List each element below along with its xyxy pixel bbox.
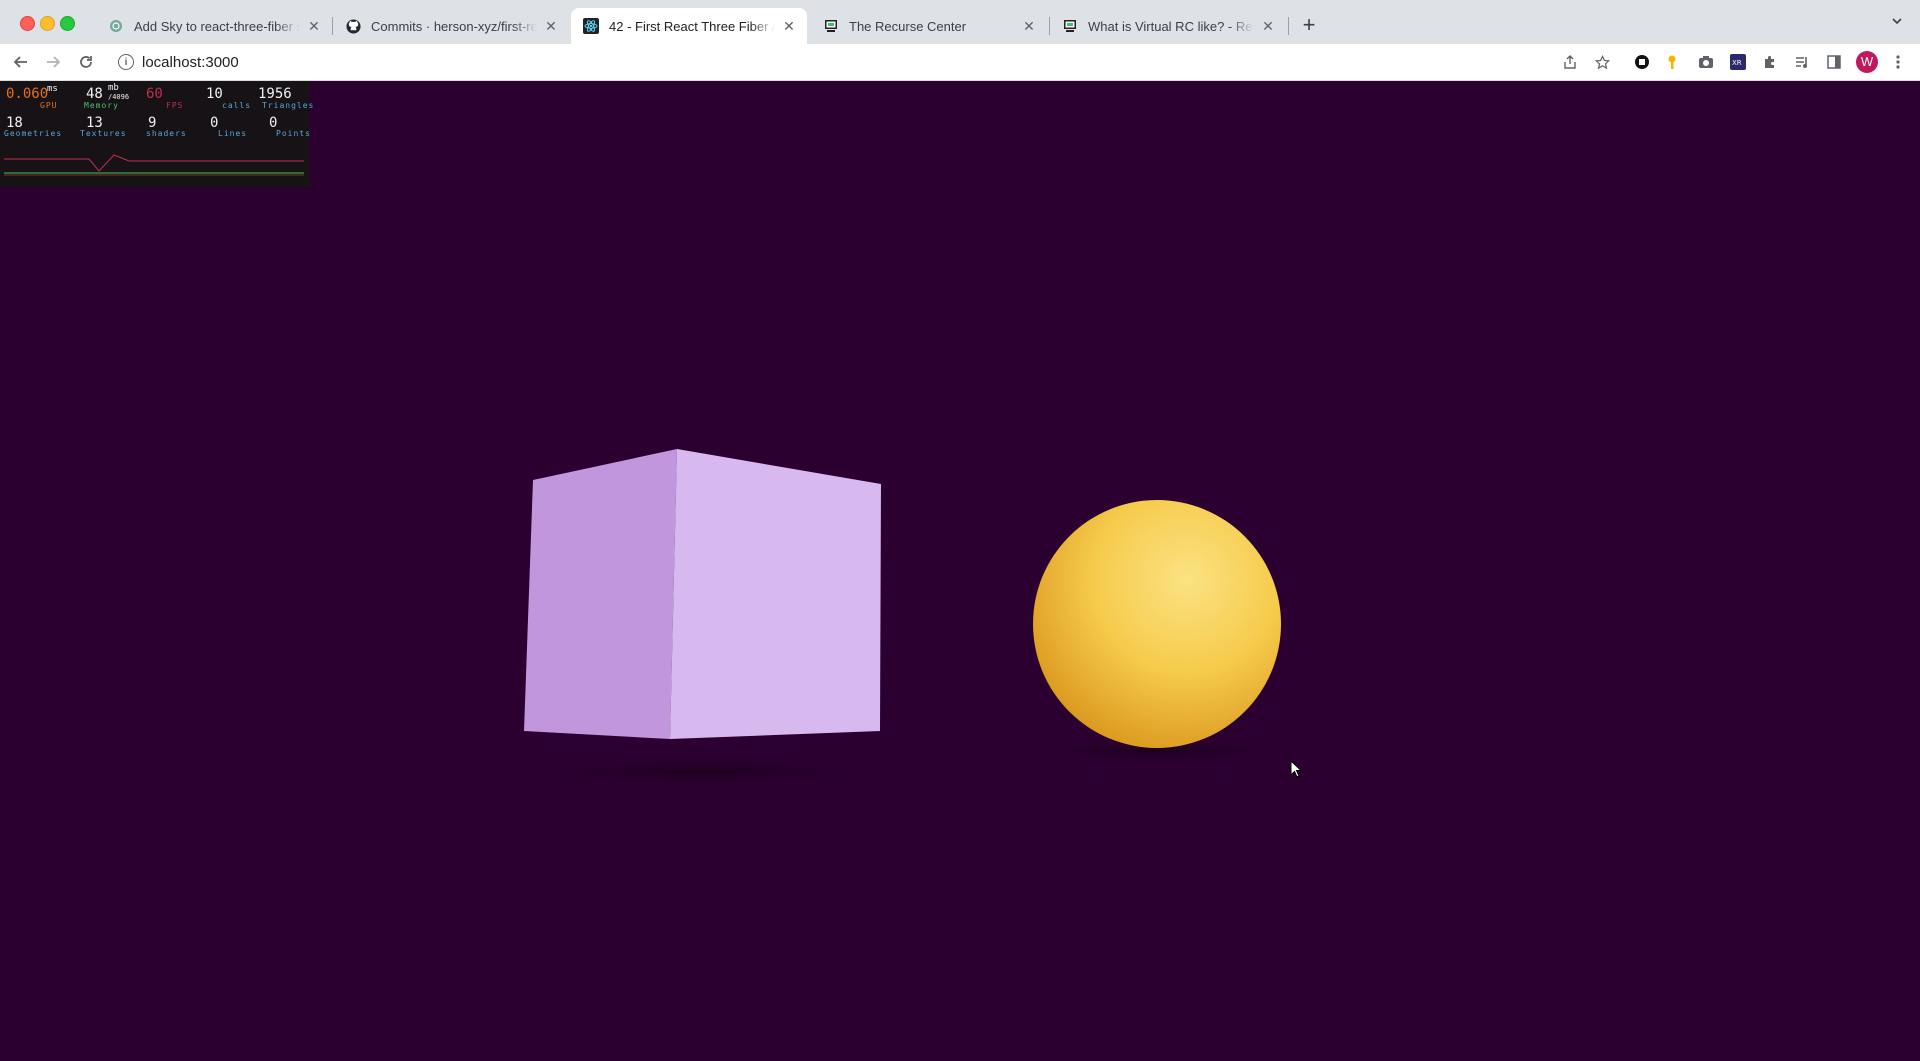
memory-total: /4096 (108, 93, 130, 101)
tab-separator (1288, 17, 1289, 35)
gpu-value: 0.060 (6, 86, 49, 102)
recurse-icon (823, 18, 839, 34)
r3f-perf-monitor: 0.060 ms GPU 48 mb /4096 Memory 60 FPS 1… (0, 81, 313, 187)
memory-value: 48 (86, 86, 103, 102)
menu-kebab-icon[interactable] (1888, 52, 1908, 72)
points-label: Points (276, 129, 311, 138)
extension-circle-icon[interactable] (1632, 52, 1652, 72)
gpu-unit: ms (47, 84, 58, 94)
scene-render (510, 449, 1300, 786)
recurse-icon (1062, 18, 1078, 34)
arrow-left-icon (13, 56, 27, 68)
webxr-icon[interactable]: XR (1728, 52, 1748, 72)
fullscreen-window-button[interactable] (60, 16, 75, 31)
minimize-window-button[interactable] (40, 16, 55, 31)
tab-title: Commits · herson-xyz/first-rea (371, 18, 537, 34)
memory-unit: mb (108, 83, 119, 93)
tab-title: What is Virtual RC like? - Recu (1088, 18, 1254, 34)
site-info-icon[interactable]: i (118, 54, 134, 70)
tab-commits[interactable]: Commits · herson-xyz/first-rea ✕ (333, 8, 569, 44)
cube-front-face (670, 449, 881, 739)
close-tab-icon[interactable]: ✕ (543, 18, 559, 34)
three-canvas[interactable] (0, 81, 1920, 1056)
cube-shadow (510, 758, 890, 786)
extensions-puzzle-icon[interactable] (1760, 52, 1780, 72)
fps-value: 60 (146, 86, 163, 102)
tab-virtual-rc[interactable]: What is Virtual RC like? - Recu ✕ (1050, 8, 1286, 44)
cube (524, 449, 881, 739)
react-icon (583, 18, 599, 34)
reload-icon (80, 56, 92, 68)
reload-button[interactable] (74, 50, 98, 74)
url-text[interactable]: localhost:3000 (142, 54, 239, 71)
close-tab-icon[interactable]: ✕ (781, 18, 797, 34)
bookmark-star-icon[interactable] (1592, 52, 1612, 72)
toolbar: i localhost:3000 XR W (0, 44, 1920, 81)
tab-title: The Recurse Center (849, 18, 967, 34)
fps-label: FPS (166, 101, 184, 110)
cube-left-face (524, 449, 677, 739)
perf-graph (4, 154, 304, 176)
mouse-cursor-icon (1290, 759, 1304, 785)
geometries-label: Geometries (4, 129, 63, 138)
new-tab-button[interactable]: + (1297, 14, 1321, 38)
close-tab-icon[interactable]: ✕ (1260, 18, 1276, 34)
extension-key-icon[interactable] (1664, 52, 1684, 72)
back-button[interactable] (9, 50, 33, 74)
share-icon[interactable] (1560, 52, 1580, 72)
triangles-label: Triangles (262, 101, 315, 110)
forward-button[interactable] (41, 50, 65, 74)
address-bar[interactable]: i localhost:3000 (108, 48, 1616, 76)
gpu-label: GPU (40, 101, 58, 110)
arrow-right-icon (47, 56, 61, 68)
tab-recurse-center[interactable]: The Recurse Center ✕ (811, 8, 1047, 44)
browser-window: Add Sky to react-three-fiber sc ✕ Commit… (0, 0, 1920, 1056)
openai-icon (108, 18, 124, 34)
tab-search-button[interactable] (1885, 14, 1909, 38)
close-tab-icon[interactable]: ✕ (306, 18, 322, 34)
shaders-label: shaders (146, 129, 187, 138)
textures-label: Textures (80, 129, 127, 138)
profile-avatar[interactable]: W (1856, 51, 1878, 73)
calls-value: 10 (206, 86, 223, 102)
tab-title: 42 - First React Three Fiber Ap (609, 18, 775, 34)
tab-strip: Add Sky to react-three-fiber sc ✕ Commit… (0, 0, 1920, 44)
side-panel-icon[interactable] (1824, 52, 1844, 72)
svg-text:XR: XR (1732, 59, 1742, 67)
sphere (1033, 500, 1281, 748)
triangles-value: 1956 (258, 86, 292, 102)
memory-label: Memory (84, 101, 119, 110)
calls-label: calls (222, 101, 252, 110)
close-tab-icon[interactable]: ✕ (1021, 18, 1037, 34)
lines-label: Lines (218, 129, 248, 138)
tab-title: Add Sky to react-three-fiber sc (134, 18, 300, 34)
media-controls-icon[interactable] (1792, 52, 1812, 72)
tab-add-sky[interactable]: Add Sky to react-three-fiber sc ✕ (96, 8, 332, 44)
camera-icon[interactable] (1696, 52, 1716, 72)
github-icon (345, 18, 361, 34)
tab-first-react-three-fiber[interactable]: 42 - First React Three Fiber Ap ✕ (571, 8, 807, 44)
close-window-button[interactable] (20, 16, 35, 31)
